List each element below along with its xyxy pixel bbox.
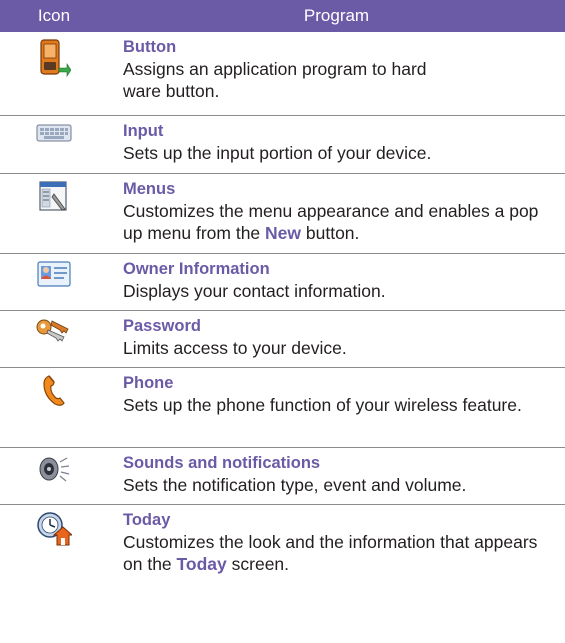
program-name: Password xyxy=(123,317,201,335)
program-description: Customizes the look and the information … xyxy=(123,532,538,574)
program-name: Sounds and notifications xyxy=(123,454,321,472)
today-screen-reference: Today xyxy=(176,554,227,574)
program-name: Button xyxy=(123,38,177,56)
table-row: Owner Information Displays your contact … xyxy=(0,254,565,311)
icon-column-header: Icon xyxy=(37,6,71,25)
program-description: Limits access to your device. xyxy=(123,338,347,358)
program-description: Customizes the menu appearance and enabl… xyxy=(123,201,539,243)
program-description: Displays your contact information. xyxy=(123,281,386,301)
new-button-reference: New xyxy=(265,223,302,243)
table-row: Phone Sets up the phone function of your… xyxy=(0,368,565,448)
program-description: Sets the notification type, event and vo… xyxy=(123,475,467,495)
settings-table: Icon Program Button Assigns an applicati… xyxy=(0,0,565,585)
table-row: Menus Customizes the menu appearance and… xyxy=(0,174,565,254)
program-description: Sets up the phone function of your wirel… xyxy=(123,395,522,415)
program-description: Sets up the input portion of your device… xyxy=(123,143,432,163)
table-row: Button Assigns an application program to… xyxy=(0,32,565,116)
table-row: Input Sets up the input portion of your … xyxy=(0,116,565,174)
table-header: Icon Program xyxy=(0,0,565,32)
table-row: Sounds and notifications Sets the notifi… xyxy=(0,448,565,505)
program-column-header: Program xyxy=(303,6,370,25)
table-row: Password Limits access to your device. xyxy=(0,311,565,368)
table-row: Today Customizes the look and the inform… xyxy=(0,505,565,585)
program-name: Phone xyxy=(123,374,174,392)
program-name: Input xyxy=(123,122,164,140)
program-name: Today xyxy=(123,511,171,529)
program-name: Menus xyxy=(123,180,176,198)
program-name: Owner Information xyxy=(123,260,270,278)
program-description: Assigns an application program to hard w… xyxy=(123,59,427,101)
